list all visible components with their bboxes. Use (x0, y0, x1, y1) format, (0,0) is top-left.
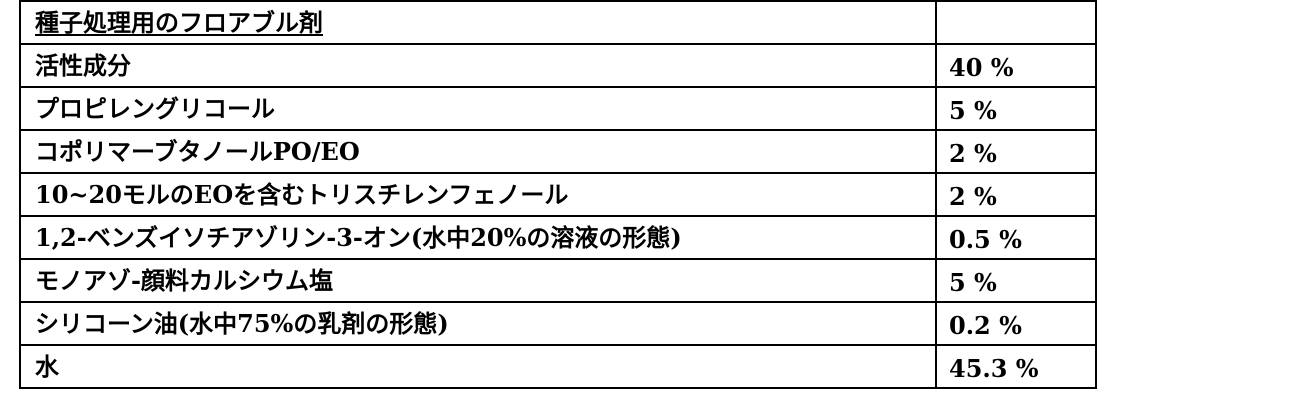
table-row: プロピレングリコール 5 % (20, 87, 1096, 130)
table-row: モノアゾ-顔料カルシウム塩 5 % (20, 259, 1096, 302)
table-row: 活性成分 40 % (20, 44, 1096, 87)
table-title-cell: 種子処理用のフロアブル剤 (20, 1, 936, 44)
ingredient-name: プロピレングリコール (20, 87, 936, 130)
ingredient-name: 1,2-ベンズイソチアゾリン-3-オン(水中20%の溶液の形態) (20, 216, 936, 259)
ingredient-amount: 2 % (936, 173, 1096, 216)
table-row: シリコーン油(水中75%の乳剤の形態) 0.2 % (20, 302, 1096, 345)
table-row: コポリマーブタノールPO/EO 2 % (20, 130, 1096, 173)
table-title-value-cell (936, 1, 1096, 44)
ingredient-name: 水 (20, 345, 936, 388)
ingredient-amount: 0.2 % (936, 302, 1096, 345)
table-row: 水 45.3 % (20, 345, 1096, 388)
table-row: 10~20モルのEOを含むトリスチレンフェノール 2 % (20, 173, 1096, 216)
table-title: 種子処理用のフロアブル剤 (35, 8, 323, 37)
table-row: 1,2-ベンズイソチアゾリン-3-オン(水中20%の溶液の形態) 0.5 % (20, 216, 1096, 259)
formulation-table: 種子処理用のフロアブル剤 活性成分 40 % プロピレングリコール 5 % コポ… (19, 0, 1097, 389)
ingredient-amount: 5 % (936, 259, 1096, 302)
ingredient-name: 活性成分 (20, 44, 936, 87)
ingredient-name: シリコーン油(水中75%の乳剤の形態) (20, 302, 936, 345)
ingredient-amount: 45.3 % (936, 345, 1096, 388)
table-header-row: 種子処理用のフロアブル剤 (20, 1, 1096, 44)
ingredient-amount: 0.5 % (936, 216, 1096, 259)
ingredient-name: コポリマーブタノールPO/EO (20, 130, 936, 173)
ingredient-amount: 2 % (936, 130, 1096, 173)
ingredient-amount: 5 % (936, 87, 1096, 130)
ingredient-name: 10~20モルのEOを含むトリスチレンフェノール (20, 173, 936, 216)
ingredient-name: モノアゾ-顔料カルシウム塩 (20, 259, 936, 302)
ingredient-amount: 40 % (936, 44, 1096, 87)
